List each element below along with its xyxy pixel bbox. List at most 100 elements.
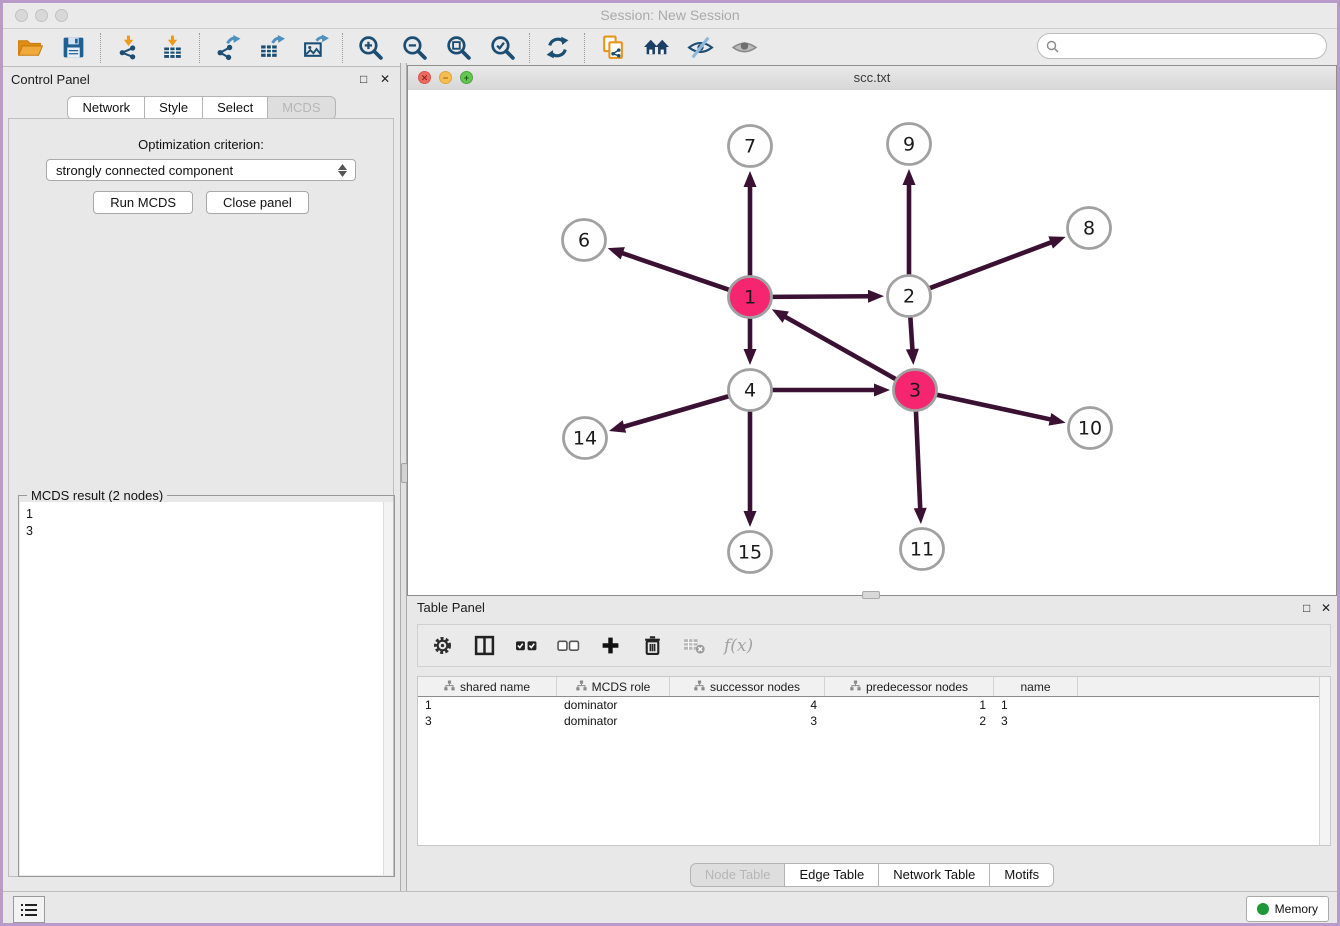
node-table[interactable]: shared name MCDS role successor nodesprede… xyxy=(417,676,1331,846)
hide-selected-icon[interactable] xyxy=(687,34,714,61)
table-cell[interactable]: 4 xyxy=(670,698,825,712)
tab-network[interactable]: Network xyxy=(67,96,145,120)
column-header-label: MCDS role xyxy=(592,680,651,694)
tab-node-table[interactable]: Node Table xyxy=(690,863,786,887)
edge-3-10[interactable] xyxy=(936,394,1053,419)
add-column-icon[interactable] xyxy=(598,634,622,658)
table-cell[interactable]: 2 xyxy=(825,714,994,728)
mcds-result-title: MCDS result (2 nodes) xyxy=(27,488,167,503)
deselect-all-columns-icon[interactable] xyxy=(556,634,580,658)
graph-node-label-14: 14 xyxy=(573,428,597,450)
tab-edge-table[interactable]: Edge Table xyxy=(785,863,879,887)
mcds-result-group: MCDS result (2 nodes) 1 3 xyxy=(18,495,395,877)
table-tabs: Node TableEdge TableNetwork TableMotifs xyxy=(407,863,1337,887)
tab-select[interactable]: Select xyxy=(203,96,268,120)
import-network-icon[interactable] xyxy=(115,34,142,61)
tab-network-table[interactable]: Network Table xyxy=(879,863,990,887)
export-table-icon[interactable] xyxy=(258,34,285,61)
close-table-panel-icon[interactable]: ✕ xyxy=(1321,602,1331,614)
save-session-icon[interactable] xyxy=(60,34,87,61)
optimization-criterion-label: Optimization criterion: xyxy=(9,137,393,152)
column-header-label: shared name xyxy=(460,680,530,694)
edge-arrow-2-9 xyxy=(903,169,916,185)
new-network-from-selection-icon[interactable] xyxy=(599,34,626,61)
edge-arrow-1-7 xyxy=(744,171,757,187)
column-header-name[interactable]: name xyxy=(994,677,1078,696)
edge-arrow-3-10 xyxy=(1049,413,1066,426)
table-cell[interactable]: 3 xyxy=(994,714,1078,728)
refresh-icon[interactable] xyxy=(544,34,571,61)
network-window: ✕ − + scc.txt 7968124314101511 xyxy=(407,65,1337,596)
open-session-icon[interactable] xyxy=(16,34,43,61)
table-cell[interactable]: 1 xyxy=(418,698,557,712)
table-cell[interactable]: 3 xyxy=(670,714,825,728)
memory-status-icon xyxy=(1257,903,1269,915)
float-panel-icon[interactable]: □ xyxy=(360,73,367,85)
delete-column-icon[interactable] xyxy=(640,634,664,658)
table-header-row: shared name MCDS role successor nodesprede… xyxy=(418,677,1330,697)
column-header-shared-name[interactable]: shared name xyxy=(418,677,557,696)
select-stepper-icon xyxy=(333,164,355,177)
float-table-panel-icon[interactable]: □ xyxy=(1303,602,1310,614)
import-table-icon[interactable] xyxy=(159,34,186,61)
table-row[interactable]: 1dominator411 xyxy=(418,697,1330,713)
tab-style[interactable]: Style xyxy=(145,96,203,120)
edge-2-3[interactable] xyxy=(910,317,912,352)
tab-mcds[interactable]: MCDS xyxy=(268,96,335,120)
table-cell[interactable]: dominator xyxy=(557,714,670,728)
column-header-label: name xyxy=(1020,680,1050,694)
zoom-in-icon[interactable] xyxy=(357,34,384,61)
zoom-fit-icon[interactable] xyxy=(445,34,472,61)
table-cell[interactable]: 3 xyxy=(418,714,557,728)
edge-4-14[interactable] xyxy=(621,396,729,428)
column-header-successor-nodes[interactable]: successor nodes xyxy=(670,677,825,696)
titlebar: Session: New Session xyxy=(3,3,1337,29)
close-panel-icon[interactable]: ✕ xyxy=(380,73,390,85)
export-image-icon[interactable] xyxy=(302,34,329,61)
edge-arrow-2-3 xyxy=(906,349,919,365)
close-panel-button[interactable]: Close panel xyxy=(206,191,309,214)
edge-3-1[interactable] xyxy=(783,316,897,380)
graph-node-label-11: 11 xyxy=(910,539,934,561)
edge-arrow-2-8 xyxy=(1048,236,1065,248)
column-header-MCDS-role[interactable]: MCDS role xyxy=(557,677,670,696)
show-column-icon[interactable] xyxy=(472,634,496,658)
network-canvas[interactable]: 7968124314101511 xyxy=(408,90,1336,595)
network-graph[interactable]: 7968124314101511 xyxy=(408,90,1334,594)
table-row[interactable]: 3dominator323 xyxy=(418,713,1330,729)
table-scrollbar[interactable] xyxy=(1319,677,1330,845)
graph-node-label-1: 1 xyxy=(744,287,756,309)
panel-splitter[interactable] xyxy=(400,63,407,891)
search-input[interactable] xyxy=(1059,39,1326,54)
first-neighbors-icon[interactable] xyxy=(643,34,670,61)
graph-node-label-7: 7 xyxy=(744,136,756,158)
table-cell[interactable]: 1 xyxy=(825,698,994,712)
export-network-icon[interactable] xyxy=(214,34,241,61)
table-settings-icon[interactable] xyxy=(430,634,454,658)
zoom-selected-icon[interactable] xyxy=(489,34,516,61)
column-header-predecessor-nodes[interactable]: predecessor nodes xyxy=(825,677,994,696)
edge-1-6[interactable] xyxy=(620,252,730,290)
control-panel: Control Panel □ ✕ NetworkStyleSelectMCDS… xyxy=(3,63,400,891)
zoom-out-icon[interactable] xyxy=(401,34,428,61)
mcds-result-textarea[interactable]: 1 3 xyxy=(20,502,384,875)
result-scrollbar[interactable] xyxy=(383,502,393,875)
show-all-icon[interactable] xyxy=(731,34,758,61)
select-all-columns-icon[interactable] xyxy=(514,634,538,658)
task-history-button[interactable] xyxy=(13,896,45,923)
table-cell[interactable]: 1 xyxy=(994,698,1078,712)
memory-button[interactable]: Memory xyxy=(1246,896,1329,922)
attribute-type-icon xyxy=(850,680,861,694)
criterion-select[interactable]: strongly connected component xyxy=(46,159,356,181)
table-cell[interactable]: dominator xyxy=(557,698,670,712)
edge-1-2[interactable] xyxy=(771,296,871,297)
table-panel: Table Panel □ ✕ f(x xyxy=(407,596,1337,891)
graph-node-label-15: 15 xyxy=(738,542,762,564)
graph-node-label-10: 10 xyxy=(1078,418,1102,440)
app-window: Session: New Session xyxy=(0,0,1340,926)
edge-arrow-1-6 xyxy=(608,247,625,259)
tab-motifs[interactable]: Motifs xyxy=(990,863,1054,887)
run-mcds-button[interactable]: Run MCDS xyxy=(93,191,193,214)
edge-2-8[interactable] xyxy=(929,241,1054,288)
edge-3-11[interactable] xyxy=(916,411,920,511)
